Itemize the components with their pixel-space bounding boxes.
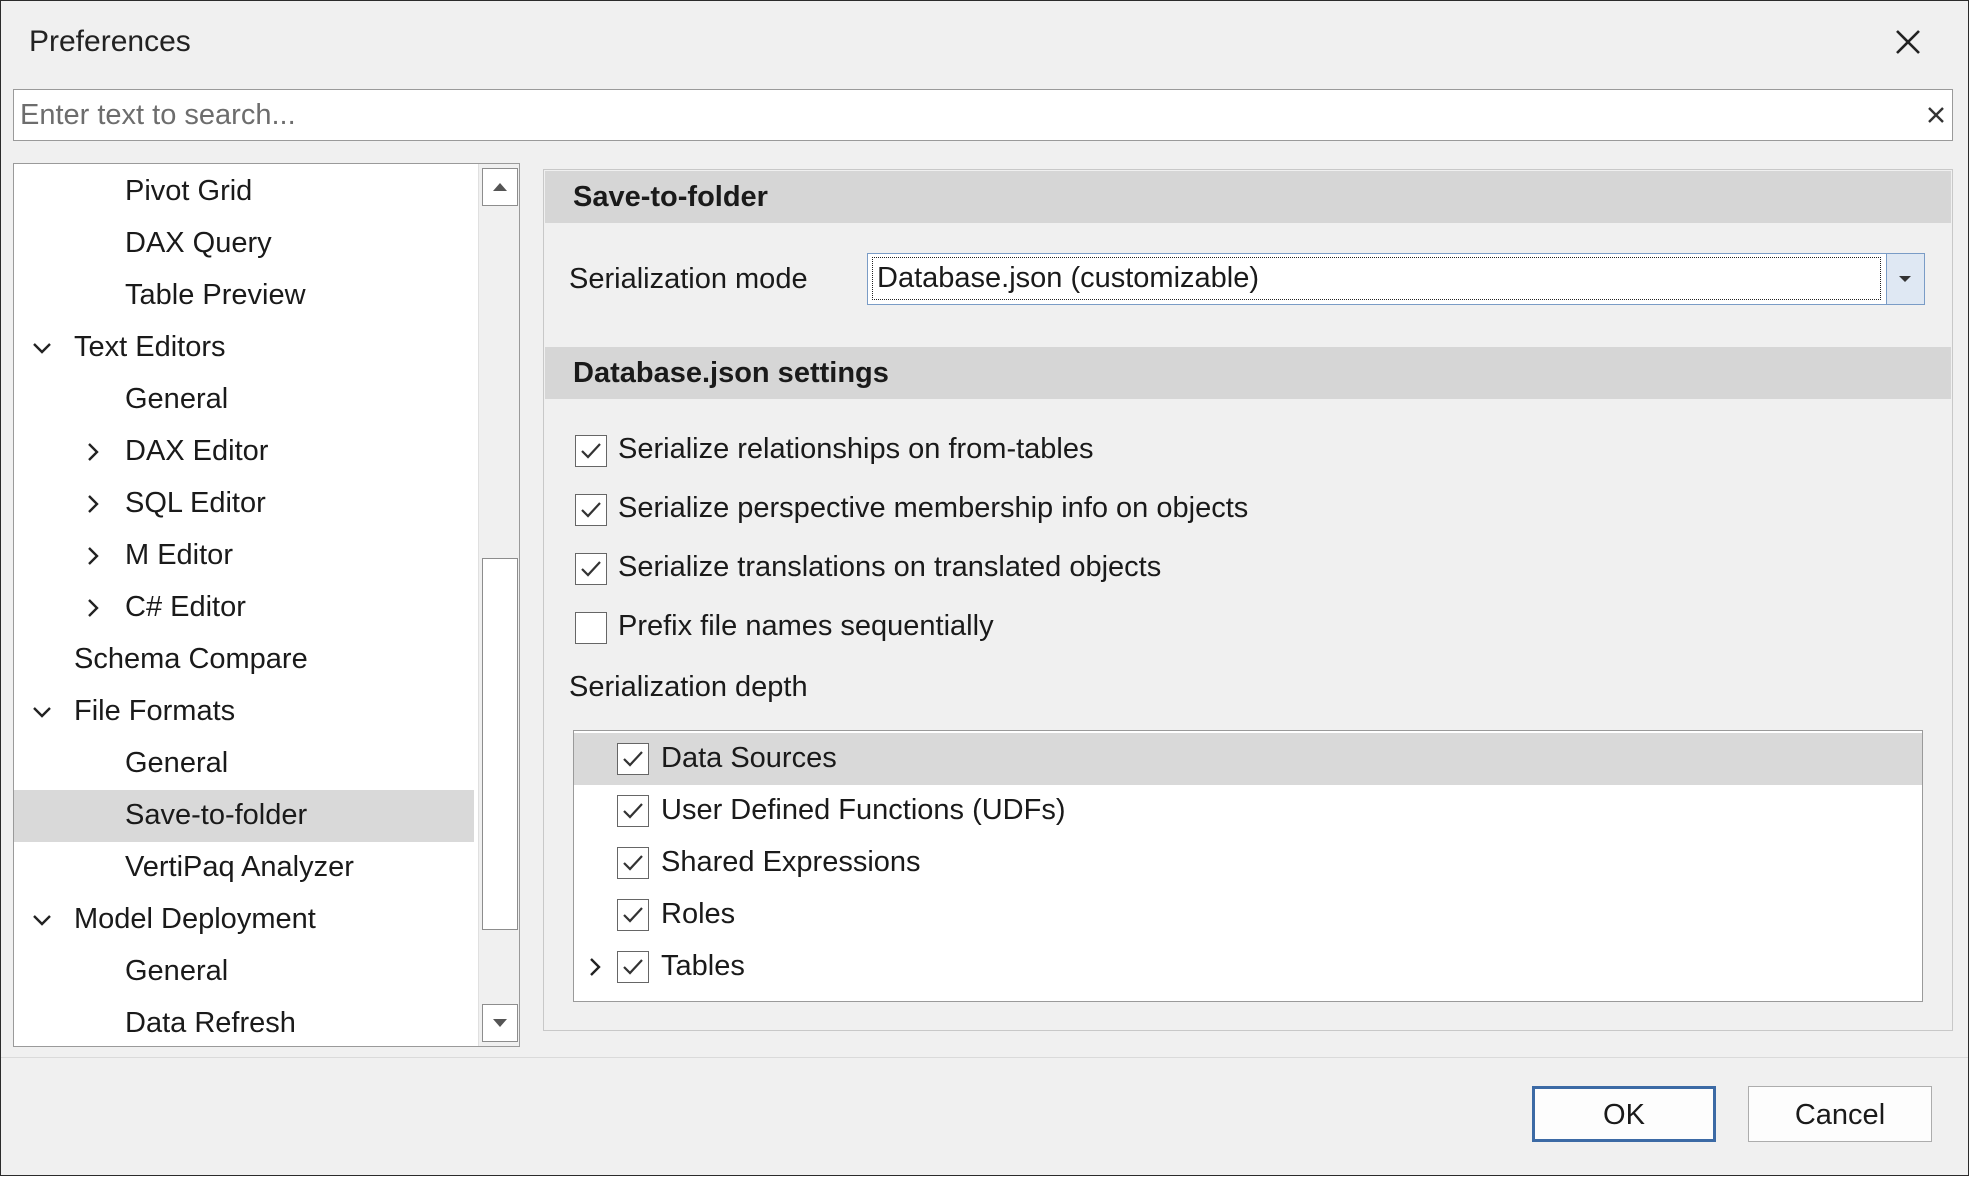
- chevron-down-icon[interactable]: [31, 909, 53, 931]
- depth-checkbox[interactable]: [617, 899, 649, 931]
- tree-item-label: Table Preview: [125, 279, 306, 311]
- chevron-right-icon[interactable]: [82, 493, 104, 515]
- chevron-down-icon[interactable]: [31, 337, 53, 359]
- depth-list-item[interactable]: Roles: [574, 889, 1922, 941]
- tree-item[interactable]: File Formats: [14, 686, 474, 738]
- cancel-button[interactable]: Cancel: [1748, 1086, 1932, 1142]
- tree-item-label: Schema Compare: [74, 643, 308, 675]
- tree-item[interactable]: General: [14, 946, 474, 998]
- tree-item[interactable]: Text Editors: [14, 322, 474, 374]
- tree-item[interactable]: Schema Compare: [14, 634, 474, 686]
- dropdown-button[interactable]: [1886, 254, 1924, 304]
- chevron-right-icon[interactable]: [584, 956, 606, 978]
- db-settings-header: Database.json settings: [545, 347, 1951, 399]
- depth-list-item[interactable]: Data Sources: [574, 733, 1922, 785]
- option-checkbox[interactable]: [575, 494, 607, 526]
- chevron-right-icon[interactable]: [82, 545, 104, 567]
- serialization-depth-list: Data Sources User Defined Functions (UDFs…: [573, 730, 1923, 1002]
- option-checkbox[interactable]: [575, 612, 607, 644]
- db-settings-title: Database.json settings: [573, 357, 889, 389]
- tree-item[interactable]: M Editor: [14, 530, 474, 582]
- dialog-title: Preferences: [29, 25, 191, 58]
- tree-item[interactable]: Model Deployment: [14, 894, 474, 946]
- tree-item-label: SQL Editor: [125, 487, 266, 519]
- tree-item[interactable]: General: [14, 374, 474, 426]
- tree-item-label: DAX Query: [125, 227, 272, 259]
- option-checkbox[interactable]: [575, 435, 607, 467]
- option-label: Prefix file names sequentially: [618, 610, 994, 642]
- depth-list-item[interactable]: User Defined Functions (UDFs): [574, 785, 1922, 837]
- chevron-right-icon[interactable]: [82, 597, 104, 619]
- depth-item-label: User Defined Functions (UDFs): [661, 794, 1066, 826]
- tree-item-label: Save-to-folder: [125, 799, 308, 831]
- option-label: Serialize translations on translated obj…: [618, 551, 1162, 583]
- tree-item-label: General: [125, 383, 229, 415]
- depth-checkbox[interactable]: [617, 951, 649, 983]
- tree-item-label: Text Editors: [74, 331, 226, 363]
- depth-list-item[interactable]: Shared Expressions: [574, 837, 1922, 889]
- depth-item-label: Tables: [661, 950, 745, 982]
- option-checkbox[interactable]: [575, 553, 607, 585]
- tree-item[interactable]: C# Editor: [14, 582, 474, 634]
- tree-scrollbar[interactable]: [478, 164, 519, 1046]
- tree-item[interactable]: VertiPaq Analyzer: [14, 842, 474, 894]
- tree-item-label: File Formats: [74, 695, 236, 727]
- clear-search-icon[interactable]: [1924, 103, 1948, 127]
- serialization-mode-label: Serialization mode: [569, 263, 808, 295]
- ok-button[interactable]: OK: [1532, 1086, 1716, 1142]
- depth-checkbox[interactable]: [617, 847, 649, 879]
- tree-item[interactable]: Pivot Grid: [14, 166, 474, 218]
- save-to-folder-title: Save-to-folder: [573, 181, 768, 213]
- depth-item-label: Data Sources: [661, 742, 837, 774]
- tree-item[interactable]: DAX Editor: [14, 426, 474, 478]
- button-bar-divider: [1, 1057, 1968, 1058]
- tree-item[interactable]: Table Preview: [14, 270, 474, 322]
- tree-item-label: VertiPaq Analyzer: [125, 851, 354, 883]
- tree-item[interactable]: Data Refresh: [14, 998, 474, 1046]
- search-input[interactable]: [20, 90, 1900, 140]
- depth-item-label: Shared Expressions: [661, 846, 921, 878]
- tree-item-label: DAX Editor: [125, 435, 269, 467]
- serialization-mode-value: Database.json (customizable): [872, 257, 1881, 300]
- tree-item-label: C# Editor: [125, 591, 246, 623]
- tree-item[interactable]: DAX Query: [14, 218, 474, 270]
- preferences-tree: Pivot Grid DAX Query Table Preview Text Edi…: [13, 163, 520, 1047]
- serialization-mode-select[interactable]: Database.json (customizable): [867, 253, 1925, 305]
- close-icon[interactable]: [1883, 17, 1933, 67]
- tree-item-label: General: [125, 955, 229, 987]
- depth-checkbox[interactable]: [617, 743, 649, 775]
- serialization-depth-label: Serialization depth: [569, 671, 808, 703]
- scroll-down-button[interactable]: [482, 1004, 518, 1042]
- tree-item-label: M Editor: [125, 539, 233, 571]
- depth-list-item[interactable]: Tables: [574, 941, 1922, 993]
- tree-item[interactable]: Save-to-folder: [14, 790, 474, 842]
- tree-item-label: Data Refresh: [125, 1007, 296, 1039]
- chevron-right-icon[interactable]: [82, 441, 104, 463]
- chevron-down-icon[interactable]: [31, 701, 53, 723]
- option-label: Serialize perspective membership info on…: [618, 492, 1249, 524]
- scroll-thumb[interactable]: [482, 558, 518, 930]
- tree-item[interactable]: General: [14, 738, 474, 790]
- option-label: Serialize relationships on from-tables: [618, 433, 1094, 465]
- save-to-folder-header: Save-to-folder: [545, 171, 1951, 223]
- tree-item-label: General: [125, 747, 229, 779]
- tree-item[interactable]: SQL Editor: [14, 478, 474, 530]
- depth-checkbox[interactable]: [617, 795, 649, 827]
- tree-item-label: Pivot Grid: [125, 175, 253, 207]
- search-box: [13, 89, 1953, 141]
- scroll-up-button[interactable]: [482, 168, 518, 206]
- depth-item-label: Roles: [661, 898, 736, 930]
- preferences-dialog: Preferences Pivot Grid DAX Query Table Pre…: [0, 0, 1969, 1176]
- tree-item-label: Model Deployment: [74, 903, 316, 935]
